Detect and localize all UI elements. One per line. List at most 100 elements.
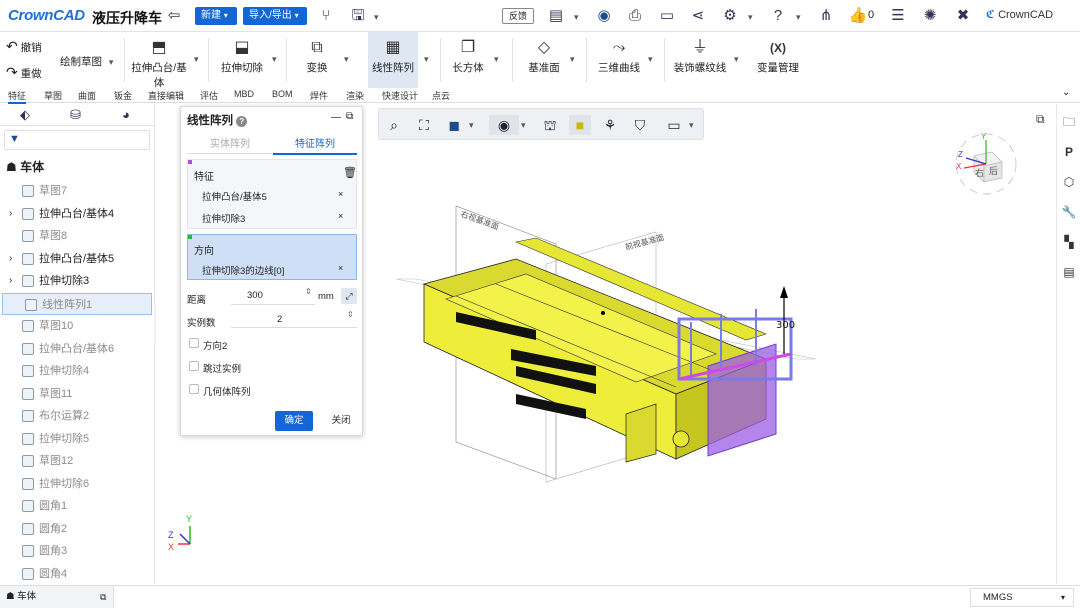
units-select[interactable]: MMGS ▾ [970, 588, 1074, 607]
window-restore-icon[interactable]: ⧉ [1036, 112, 1045, 127]
tree-item[interactable]: 草图12 [0, 450, 155, 472]
delete-icon[interactable]: 🗑 [343, 166, 357, 179]
settings-dropdown-icon[interactable]: ▾ [748, 12, 753, 23]
cube-face-right[interactable]: 右 [975, 166, 984, 179]
tools-icon[interactable]: ✖ [953, 6, 973, 26]
fit-view-icon[interactable]: ⛶ [413, 115, 435, 135]
notes-icon[interactable]: ▤ [1061, 264, 1077, 280]
features-section[interactable]: 特征 🗑 拉伸凸台/基体5 × 拉伸切除3 × [187, 159, 357, 229]
hierarchy-icon[interactable]: ⋔ [816, 6, 836, 26]
tab-feature-pattern[interactable]: 特征阵列 [273, 135, 357, 155]
thread-dropdown-icon[interactable]: ▾ [734, 54, 739, 65]
expand-chevron-icon[interactable]: › [9, 248, 12, 270]
gear-alt-icon[interactable]: ✺ [920, 6, 940, 26]
tree-item[interactable]: 拉伸切除5 [0, 428, 155, 450]
tree-item[interactable]: 草图8 [0, 225, 155, 247]
direction-section[interactable]: 方向 拉伸切除3的边线[0] × [187, 234, 357, 280]
expand-chevron-icon[interactable]: › [9, 270, 12, 292]
curve3d-button[interactable]: ⤳三维曲线 [594, 32, 644, 88]
zoom-icon[interactable]: ⌕ [383, 115, 405, 135]
tree-item[interactable]: 拉伸切除4 [0, 360, 155, 382]
wrench-icon[interactable]: 🔧 [1061, 204, 1077, 220]
direction2-checkbox[interactable] [189, 338, 199, 348]
body-tab[interactable]: ☗ 车体 ⧉ [0, 586, 114, 608]
tree-item[interactable]: 圆角2 [0, 518, 155, 540]
transform-button[interactable]: ⧉变换 [294, 32, 340, 88]
help-dropdown-icon[interactable]: ▾ [796, 12, 801, 23]
tab-render[interactable]: 渲染 [346, 89, 364, 102]
undo-button[interactable]: ↶ 撤销 [6, 38, 56, 56]
settings-icon[interactable]: ⚙ [720, 6, 740, 26]
tree-item[interactable]: ›拉伸切除3 [0, 270, 155, 292]
tab-quick-design[interactable]: 快速设计 [382, 89, 418, 102]
visibility-dropdown-icon[interactable]: ▾ [521, 120, 526, 131]
cut-button[interactable]: ⬓拉伸切除 [214, 32, 270, 88]
linear-pattern-button[interactable]: ▦线性阵列 [368, 32, 418, 88]
tab-sketch[interactable]: 草图 [44, 89, 62, 102]
close-button[interactable]: 关闭 [323, 411, 359, 431]
tab-window-icon[interactable]: ⧉ [100, 586, 106, 608]
back-arrow-icon[interactable]: ⇦ [164, 6, 184, 26]
tree-item[interactable]: 拉伸凸台/基体6 [0, 338, 155, 360]
display-icon[interactable]: ▭ [663, 115, 685, 135]
tree-item[interactable]: ›拉伸凸台/基体5 [0, 248, 155, 270]
selection-filter-icon[interactable]: ⛉ [629, 115, 651, 135]
distance-stepper-icon[interactable]: ⇕ [305, 287, 312, 296]
box-button[interactable]: ❐长方体 [446, 32, 490, 88]
print-icon[interactable]: ⎙ [625, 6, 645, 26]
shaded-mode-icon[interactable]: ■ [569, 115, 591, 135]
display-dropdown-icon[interactable]: ▾ [689, 120, 694, 131]
save-icon[interactable]: 🖫 [348, 6, 368, 26]
plane-dropdown-icon[interactable]: ▾ [570, 54, 575, 65]
user-menu[interactable]: ℭ CrownCAD [986, 8, 1053, 21]
tree-item[interactable]: 草图7 [0, 180, 155, 202]
expand-chevron-icon[interactable]: › [9, 203, 12, 225]
sketch-button[interactable]: 绘制草图 ▾ [60, 54, 113, 69]
variable-mgmt-button[interactable]: (X)变量管理 [752, 32, 804, 88]
tab-direct-edit[interactable]: 直接编辑 [148, 89, 184, 102]
feature-item[interactable]: 拉伸凸台/基体5 [202, 189, 267, 203]
tree-item[interactable]: 草图11 [0, 383, 155, 405]
layout-dropdown-icon[interactable]: ▾ [574, 12, 579, 23]
transform-dropdown-icon[interactable]: ▾ [344, 54, 349, 65]
reverse-direction-icon[interactable]: ⤢ [341, 288, 357, 304]
grid-icon[interactable]: ▚ [1061, 234, 1077, 250]
view-cube[interactable]: 右 后 Y X Z [946, 124, 1026, 204]
tab-surface[interactable]: 曲面 [78, 89, 96, 102]
remove-feature-icon[interactable]: × [338, 211, 343, 221]
tree-item[interactable]: ›拉伸凸台/基体4 [0, 203, 155, 225]
pattern-dropdown-icon[interactable]: ▾ [424, 54, 429, 65]
visibility-icon[interactable]: ◉ [489, 115, 519, 135]
extrude-button[interactable]: ⬒拉伸凸台/基体 [128, 32, 190, 88]
section-view-icon[interactable]: ⛫ [539, 115, 561, 135]
tab-feature[interactable]: 特征 [8, 89, 26, 104]
tab-weldment[interactable]: 焊件 [310, 89, 328, 102]
like-icon[interactable]: 👍 [848, 6, 868, 26]
model-icon[interactable]: ⬡ [1061, 174, 1077, 190]
tree-item[interactable]: 线性阵列1 [2, 293, 152, 315]
properties-icon[interactable]: P [1061, 144, 1077, 160]
tab-bom[interactable]: BOM [272, 89, 293, 99]
cube-face-back[interactable]: 后 [989, 164, 998, 177]
ok-button[interactable]: 确定 [275, 411, 313, 431]
cut-dropdown-icon[interactable]: ▾ [272, 54, 277, 65]
extrude-dropdown-icon[interactable]: ▾ [194, 54, 199, 65]
remove-feature-icon[interactable]: × [338, 189, 343, 199]
tree-filter-input[interactable]: ▼ [4, 130, 150, 150]
tab-mbd[interactable]: MBD [234, 89, 254, 99]
database-icon[interactable]: ☰ [888, 6, 908, 26]
import-export-button[interactable]: 导入/导出 ▾ [243, 7, 307, 25]
curve3d-dropdown-icon[interactable]: ▾ [648, 54, 653, 65]
feature-item[interactable]: 拉伸切除3 [202, 211, 245, 225]
feedback-button[interactable]: 反馈 [502, 8, 534, 24]
branch-icon[interactable]: ⑂ [316, 6, 336, 26]
distance-input[interactable]: 300 ⇕ [231, 287, 315, 305]
minimize-icon[interactable]: — [331, 112, 341, 123]
geometry-pattern-checkbox[interactable] [189, 384, 199, 394]
tree-item[interactable]: 圆角1 [0, 495, 155, 517]
help-icon[interactable]: ? [768, 6, 788, 26]
plane-button[interactable]: ◇基准面 [522, 32, 566, 88]
share-icon[interactable]: ⋖ [688, 6, 708, 26]
presentation-icon[interactable]: ▭ [657, 6, 677, 26]
tree-item[interactable]: 拉伸切除6 [0, 473, 155, 495]
